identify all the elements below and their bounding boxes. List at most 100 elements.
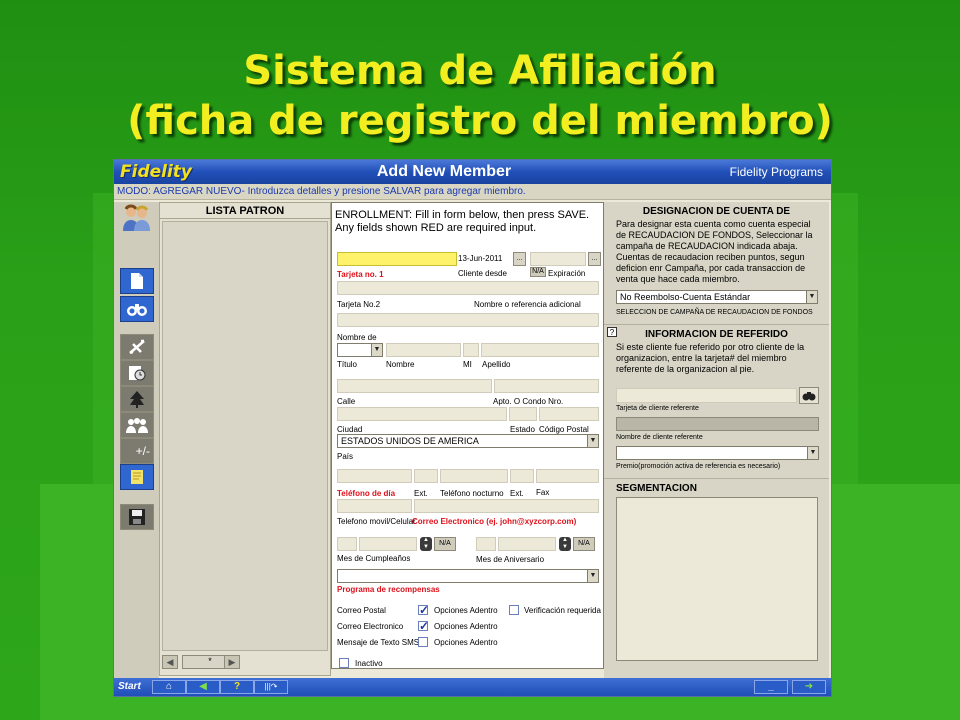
- anniversary-na-button[interactable]: N/A: [573, 537, 595, 551]
- exit-icon[interactable]: ➜: [792, 680, 826, 694]
- birthday-month-label: Mes de Cumpleaños: [337, 554, 411, 563]
- help-question-icon[interactable]: ?: [220, 680, 254, 694]
- binoculars-icon[interactable]: [120, 296, 154, 322]
- postal-mail-checkbox[interactable]: ✓: [418, 604, 429, 616]
- email-checkbox[interactable]: ✓: [418, 620, 429, 632]
- account-type-select[interactable]: No Reembolso-Cuenta Estándar ▼: [616, 290, 818, 304]
- tree-icon[interactable]: [120, 386, 154, 412]
- street-input[interactable]: [337, 379, 492, 393]
- points-adjust-label: +/-: [135, 444, 150, 458]
- inactive-checkbox[interactable]: [339, 658, 349, 668]
- clock-icon[interactable]: [120, 360, 154, 386]
- anniversary-month-label: Mes de Aniversario: [476, 555, 545, 564]
- state-input[interactable]: [509, 407, 537, 421]
- first-name-label: Nombre: [386, 360, 415, 369]
- referrer-card-input[interactable]: [616, 388, 797, 403]
- mobile-phone-input[interactable]: [337, 499, 412, 513]
- birthday-day-input[interactable]: [337, 537, 357, 551]
- birthday-month-input[interactable]: [359, 537, 417, 551]
- segmentation-box[interactable]: [616, 497, 818, 661]
- night-phone-input[interactable]: [440, 469, 508, 483]
- airplane-icon[interactable]: [120, 334, 154, 360]
- rewards-program-label: Programa de recompensas: [337, 585, 440, 594]
- referral-text: Si este cliente fue referido por otro cl…: [616, 342, 805, 374]
- apartment-input[interactable]: [494, 379, 599, 393]
- points-adjust-icon[interactable]: +/-: [120, 438, 154, 464]
- additional-name-label: Nombre o referencia adicional: [474, 300, 581, 309]
- account-type-value: No Reembolso-Cuenta Estándar: [620, 292, 751, 302]
- rewards-program-select[interactable]: ▼: [337, 569, 599, 583]
- referrer-search-button[interactable]: [799, 387, 819, 404]
- segmentation-heading: SEGMENTACION: [616, 483, 697, 494]
- segmentation-section: SEGMENTACION: [604, 478, 829, 678]
- expiration-picker-button[interactable]: ...: [588, 252, 601, 266]
- expiration-label: Expiración: [548, 269, 586, 278]
- sms-checkbox[interactable]: [418, 637, 428, 647]
- expiration-input[interactable]: [530, 252, 586, 266]
- note-icon[interactable]: [120, 464, 154, 490]
- card-number-input[interactable]: [337, 252, 457, 266]
- minimize-button[interactable]: _: [754, 680, 788, 694]
- sms-label: Mensaje de Texto SMS: [337, 638, 420, 647]
- country-value: ESTADOS UNIDOS DE AMERICA: [341, 436, 479, 446]
- chevron-down-icon: ▼: [371, 344, 382, 356]
- verification-checkbox[interactable]: [509, 605, 519, 615]
- anniversary-stepper[interactable]: ▲ ▼: [559, 537, 571, 551]
- title-bar: Fidelity Add New Member Fidelity Program…: [114, 160, 831, 184]
- expiration-na-button[interactable]: N/A: [530, 267, 546, 277]
- postal-code-input[interactable]: [539, 407, 599, 421]
- email-opt-label: Correo Electronico: [337, 622, 404, 631]
- account-designation-section: DESIGNACION DE CUENTA DE Para designar e…: [604, 202, 829, 322]
- new-document-icon[interactable]: [120, 268, 154, 294]
- night-phone-ext-input[interactable]: [510, 469, 534, 483]
- help-icon[interactable]: ?: [607, 327, 617, 337]
- email-field[interactable]: [414, 499, 599, 513]
- prev-page-icon[interactable]: ◀: [162, 655, 178, 669]
- member-since-label: Cliente desde: [458, 269, 507, 278]
- next-page-icon[interactable]: ▶: [224, 655, 240, 669]
- sms-options-label: Opciones Adentro: [434, 638, 498, 647]
- referrer-card-label: Tarjeta de cliente referente: [616, 405, 699, 412]
- back-icon[interactable]: ◀: [186, 680, 220, 694]
- start-button[interactable]: Start: [116, 680, 152, 694]
- additional-name-input[interactable]: [337, 313, 599, 327]
- title-select[interactable]: ▼: [337, 343, 383, 357]
- referrer-name-label: Nombre de cliente referente: [616, 434, 703, 441]
- chevron-down-icon: ▼: [587, 570, 598, 582]
- referral-prize-select[interactable]: ▼: [616, 446, 819, 460]
- mode-bar: MODO: AGREGAR NUEVO- Introduzca detalles…: [114, 184, 831, 200]
- date-picker-button[interactable]: ...: [513, 252, 526, 266]
- first-name-input[interactable]: [386, 343, 461, 357]
- fax-label: Fax: [536, 488, 550, 497]
- middle-initial-input[interactable]: [463, 343, 479, 357]
- day-phone-ext-input[interactable]: [414, 469, 438, 483]
- birthday-stepper[interactable]: ▲ ▼: [420, 537, 432, 551]
- fax-input[interactable]: [536, 469, 599, 483]
- members-icon[interactable]: [120, 204, 154, 232]
- night-phone-label: Teléfono nocturno: [440, 489, 504, 498]
- app-window: Fidelity Add New Member Fidelity Program…: [113, 159, 832, 697]
- home-icon[interactable]: ⌂: [152, 680, 186, 694]
- anniversary-month-input[interactable]: [498, 537, 556, 551]
- patron-list[interactable]: [162, 221, 328, 651]
- city-input[interactable]: [337, 407, 507, 421]
- birthday-na-button[interactable]: N/A: [434, 537, 456, 551]
- day-phone-input[interactable]: [337, 469, 412, 483]
- night-phone-ext-label: Ext.: [510, 489, 524, 498]
- enrollment-form: ENROLLMENT: Fill in form below, then pre…: [331, 202, 604, 669]
- anniversary-day-input[interactable]: [476, 537, 496, 551]
- account-designation-heading: DESIGNACION DE CUENTA DE: [642, 206, 791, 217]
- country-select[interactable]: ESTADOS UNIDOS DE AMERICA ▼: [337, 434, 599, 448]
- programs-label[interactable]: Fidelity Programs: [730, 165, 823, 179]
- slide-title: Sistema de Afiliación (ficha de registro…: [0, 46, 960, 146]
- member-since-date[interactable]: 13-Jun-2011: [458, 254, 502, 263]
- street-label: Calle: [337, 397, 356, 406]
- account-designation-text: Para designar esta cuenta como cuenta es…: [616, 219, 813, 284]
- card-2-input[interactable]: [337, 281, 599, 295]
- group-icon[interactable]: [120, 412, 154, 438]
- day-phone-ext-label: Ext.: [414, 489, 428, 498]
- save-icon[interactable]: [120, 504, 154, 530]
- card-2-label: Tarjeta No.2: [337, 300, 381, 309]
- last-name-input[interactable]: [481, 343, 599, 357]
- barcode-icon[interactable]: |||↷: [254, 680, 288, 694]
